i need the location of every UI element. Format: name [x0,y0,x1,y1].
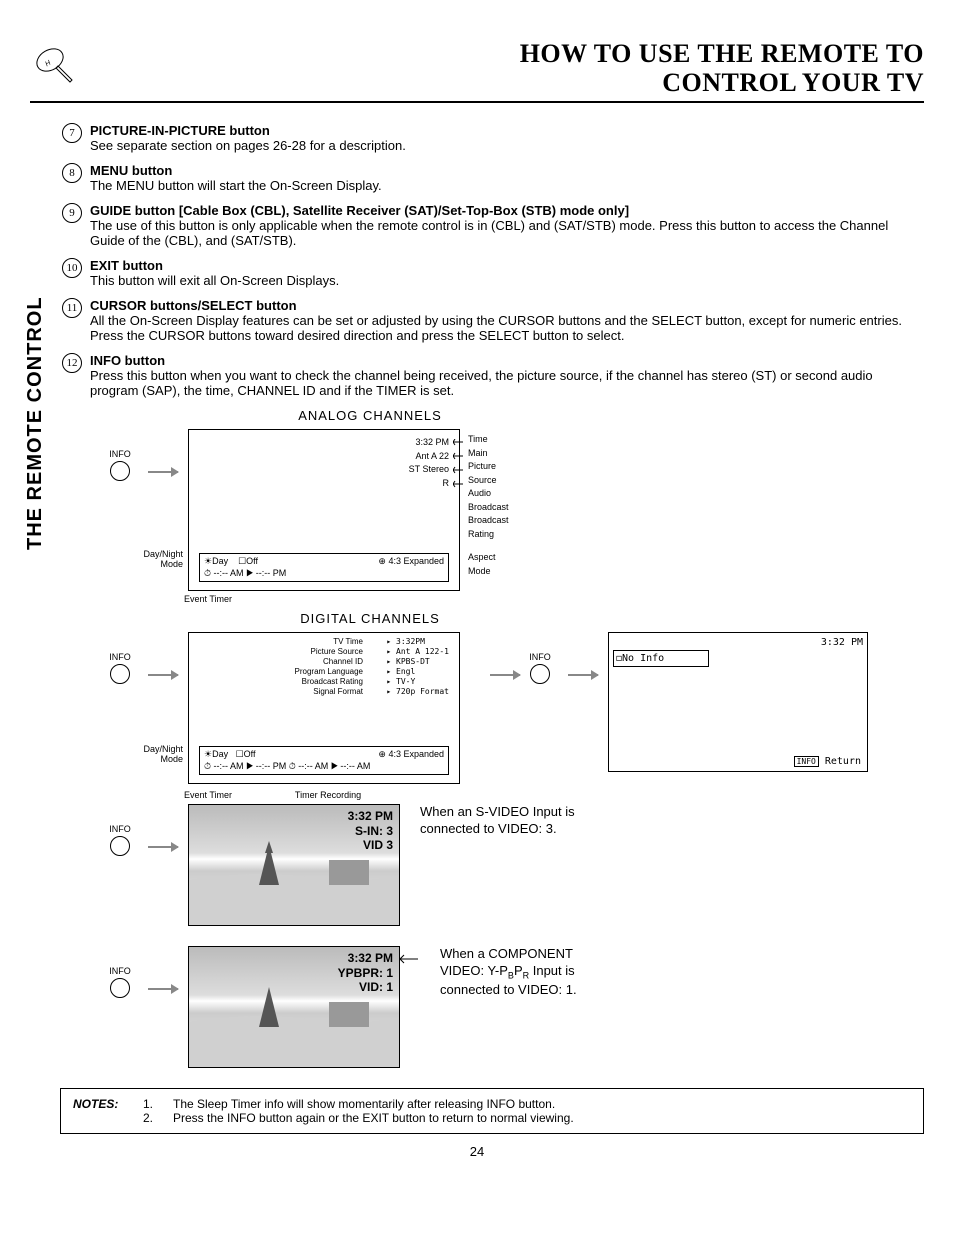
brand-logo-icon: H [30,40,78,88]
arrow-icon [148,988,178,990]
item-10: 10 EXIT button This button will exit all… [60,258,924,288]
page-number: 24 [30,1144,924,1159]
callout-arrows [453,439,467,495]
label-event: Event Timer [168,790,248,800]
component-diagram-row: INFO 3:32 PM YPBPR: 1 VID: 1 [100,946,924,1068]
arrow-icon [148,471,178,473]
item-8: 8 MENU button The MENU button will start… [60,163,924,193]
callout-arrow-icon [400,954,420,964]
analog-heading: ANALOG CHANNELS [230,408,510,423]
notes-box: NOTES: 1.2. The Sleep Timer info will sh… [60,1088,924,1134]
notes-label: NOTES: [73,1097,143,1125]
digital-diagram-row: INFO Day/Night Mode ClosedCaptioning Asp… [100,632,924,784]
item-number: 7 [62,123,82,143]
info-button-diagram: INFO [100,824,140,858]
analog-osd-box: 3:32 PM Ant A 22 ST Stereo R ☀Day [188,429,460,591]
item-title: PICTURE-IN-PICTURE button [90,123,270,138]
label-event: Event Timer [168,594,248,604]
svideo-desc: When an S-VIDEO Input is connected to VI… [420,804,580,838]
svideo-thumb: 3:32 PM S-IN: 3 VID 3 [188,804,400,926]
label-daynight: Day/Night Mode [128,549,183,569]
noinfo-osd-box: 3:32 PM ◻No Info INFO Return [608,632,868,772]
item-9: 9 GUIDE button [Cable Box (CBL), Satelli… [60,203,924,248]
info-button-diagram: INFO [100,449,140,483]
analog-callouts: Time Main Picture Source Audio Broadcast… [468,433,509,578]
digital-left-labels: TV Time Picture Source Channel ID Progra… [295,637,364,697]
label-daynight: Day/Night Mode [128,744,183,764]
page-title: HOW TO USE THE REMOTE TO CONTROL YOUR TV [520,40,924,97]
status-bar: ☀Day ☐Off ⊕ 4:3 Expanded ⏱ --:-- AM ▶ --… [199,746,449,775]
analog-diagram-row: INFO Day/Night Mode ClosedCaptioning Eve… [100,429,924,591]
item-desc: See separate section on pages 26-28 for … [90,138,406,153]
arrow-icon [148,846,178,848]
arrow-icon [568,674,598,676]
svideo-osd-text: 3:32 PM S-IN: 3 VID 3 [348,809,393,852]
component-thumb: 3:32 PM YPBPR: 1 VID: 1 [188,946,400,1068]
svideo-diagram-row: INFO 3:32 PM S-IN: 3 VID 3 When an S [100,804,924,926]
label-timerrec: Timer Recording [283,790,373,800]
arrow-icon [148,674,178,676]
svg-text:H: H [44,59,53,68]
digital-heading: DIGITAL CHANNELS [230,611,510,626]
page-header: H HOW TO USE THE REMOTE TO CONTROL YOUR … [30,40,924,103]
item-11: 11 CURSOR buttons/SELECT button All the … [60,298,924,343]
info-button-diagram: INFO [520,652,560,686]
note-2: Press the INFO button again or the EXIT … [173,1111,574,1125]
note-1: The Sleep Timer info will show momentari… [173,1097,574,1111]
component-desc: When a COMPONENT VIDEO: Y-PBPR Input is … [440,946,600,999]
info-button-diagram: INFO [100,966,140,1000]
info-button-diagram: INFO [100,652,140,686]
item-12: 12 INFO button Press this button when yo… [60,353,924,398]
digital-right-values: ▸ 3:32PM ▸ Ant A 122-1 ▸ KPBS-DT ▸ Engl … [386,637,449,697]
status-bar: ☀Day ☐Off ⊕ 4:3 Expanded ⏱ --:-- AM ▶ --… [199,553,449,582]
component-osd-text: 3:32 PM YPBPR: 1 VID: 1 [338,951,393,994]
item-7: 7 PICTURE-IN-PICTURE button See separate… [60,123,924,153]
digital-osd-box: TV Time Picture Source Channel ID Progra… [188,632,460,784]
section-tab-label: THE REMOTE CONTROL [24,296,47,550]
arrow-icon [490,674,520,676]
